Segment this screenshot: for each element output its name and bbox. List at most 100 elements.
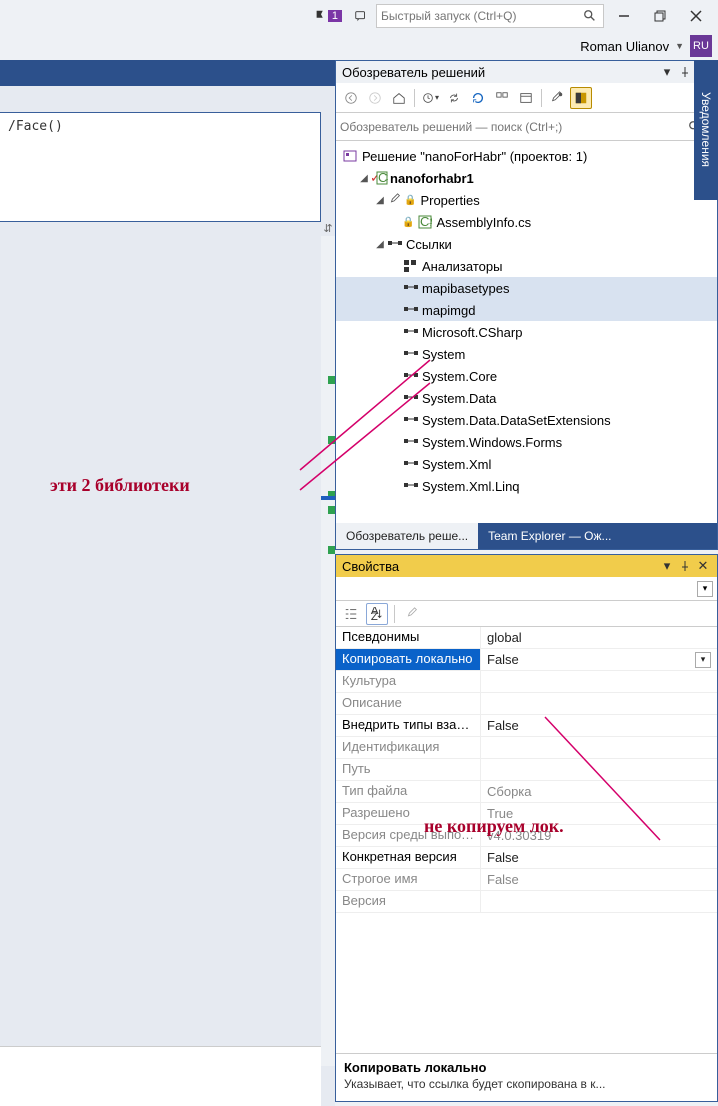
property-row[interactable]: Конкретная версияFalse (336, 847, 717, 869)
property-pages-icon[interactable] (401, 603, 423, 625)
preview-icon[interactable] (570, 87, 592, 109)
panel-menu-icon[interactable]: ▾ (659, 64, 675, 80)
svg-text:C#: C# (420, 215, 432, 229)
property-row[interactable]: Строгое имяFalse (336, 869, 717, 891)
pin-icon[interactable] (677, 558, 693, 574)
property-name: Копировать локально (336, 649, 481, 670)
collapse-icon[interactable] (491, 87, 513, 109)
search-icon[interactable] (581, 7, 599, 25)
references-node[interactable]: ◢Ссылки (336, 233, 717, 255)
alphabetical-icon[interactable]: AZ (366, 603, 388, 625)
user-dropdown-icon[interactable]: ▼ (675, 41, 684, 51)
property-value[interactable]: False▾ (481, 649, 717, 670)
property-row[interactable]: Путь (336, 759, 717, 781)
property-grid[interactable]: ПсевдонимыglobalКопировать локальноFalse… (336, 627, 717, 1053)
ref-item[interactable]: System (336, 343, 717, 365)
property-value[interactable] (481, 693, 717, 714)
close-button[interactable] (680, 3, 712, 29)
feedback-icon[interactable] (350, 5, 372, 27)
ref-item[interactable]: System.Core (336, 365, 717, 387)
tab-team-explorer[interactable]: Team Explorer — Ож... (478, 523, 621, 549)
panel-menu-icon[interactable]: ▾ (659, 558, 675, 574)
property-row[interactable]: Псевдонимыglobal (336, 627, 717, 649)
property-value[interactable]: Сборка (481, 781, 717, 802)
user-avatar[interactable]: RU (690, 35, 712, 57)
tab-solution-explorer[interactable]: Обозреватель реше... (336, 523, 478, 549)
ref-mapimgd[interactable]: mapimgd (336, 299, 717, 321)
quick-launch-input[interactable] (381, 9, 581, 23)
minimize-button[interactable] (608, 3, 640, 29)
assemblyinfo-node[interactable]: 🔒C#AssemblyInfo.cs (336, 211, 717, 233)
back-icon[interactable] (340, 87, 362, 109)
panel-close-icon[interactable]: ✕ (695, 558, 711, 574)
prop-description-title: Копировать локально (344, 1060, 709, 1075)
properties-title: Свойства (342, 559, 399, 574)
property-row[interactable]: Версия среды выполненияv4.0.30319 (336, 825, 717, 847)
pin-icon[interactable] (677, 64, 693, 80)
quick-launch-search[interactable] (376, 4, 604, 28)
property-row[interactable]: Тип файлаСборка (336, 781, 717, 803)
project-node[interactable]: ◢✓C#nanoforhabr1 (336, 167, 717, 189)
object-selector-dropdown[interactable]: ▾ (697, 581, 713, 597)
solution-node[interactable]: Решение "nanoForHabr" (проектов: 1) (336, 145, 717, 167)
home-icon[interactable] (388, 87, 410, 109)
notifications-flag[interactable]: 1 (314, 9, 342, 23)
property-name: Строгое имя (336, 869, 481, 890)
property-value[interactable] (481, 737, 717, 758)
solution-tree[interactable]: Решение "nanoForHabr" (проектов: 1) ◢✓C#… (336, 141, 717, 523)
property-name: Культура (336, 671, 481, 692)
property-value[interactable] (481, 759, 717, 780)
editor-pane: /Face() ⇵ (0, 60, 335, 1106)
reference-icon (402, 481, 420, 491)
properties-icon[interactable] (546, 87, 568, 109)
property-value[interactable]: True (481, 803, 717, 824)
property-name: Версия (336, 891, 481, 912)
property-row[interactable]: Культура (336, 671, 717, 693)
property-value[interactable]: global (481, 627, 717, 648)
property-value[interactable]: False (481, 869, 717, 890)
property-row[interactable]: Внедрить типы взаимодействияFalse (336, 715, 717, 737)
property-row[interactable]: Описание (336, 693, 717, 715)
property-row[interactable]: Версия (336, 891, 717, 913)
ref-item[interactable]: System.Data (336, 387, 717, 409)
restore-button[interactable] (644, 3, 676, 29)
property-value[interactable]: False (481, 715, 717, 736)
history-icon[interactable]: ▾ (419, 87, 441, 109)
property-name: Конкретная версия (336, 847, 481, 868)
wrench-icon (386, 193, 404, 207)
property-name: Внедрить типы взаимодействия (336, 715, 481, 736)
property-value[interactable]: v4.0.30319 (481, 825, 717, 846)
svg-text:Z: Z (371, 611, 378, 621)
property-row[interactable]: Идентификация (336, 737, 717, 759)
ref-mapibasetypes[interactable]: mapibasetypes (336, 277, 717, 299)
notifications-side-tab[interactable]: Уведомления (694, 60, 718, 200)
forward-icon[interactable] (364, 87, 386, 109)
split-icon[interactable]: ⇵ (321, 222, 335, 236)
ref-item[interactable]: Microsoft.CSharp (336, 321, 717, 343)
ref-item[interactable]: System.Data.DataSetExtensions (336, 409, 717, 431)
show-all-icon[interactable] (515, 87, 537, 109)
svg-text:C#: C# (378, 171, 388, 185)
value-dropdown-icon[interactable]: ▾ (695, 652, 711, 668)
property-value[interactable]: False (481, 847, 717, 868)
property-name: Версия среды выполнения (336, 825, 481, 846)
reference-icon (402, 305, 420, 315)
properties-node[interactable]: ◢🔒Properties (336, 189, 717, 211)
property-row[interactable]: Копировать локальноFalse▾ (336, 649, 717, 671)
categorized-icon[interactable] (340, 603, 362, 625)
editor-code-fragment[interactable]: /Face() (0, 113, 320, 140)
ref-item[interactable]: System.Xml (336, 453, 717, 475)
property-row[interactable]: РазрешеноTrue (336, 803, 717, 825)
analyzers-node[interactable]: Анализаторы (336, 255, 717, 277)
property-value[interactable] (481, 891, 717, 912)
sync-icon[interactable] (443, 87, 465, 109)
ref-item[interactable]: System.Xml.Linq (336, 475, 717, 497)
user-name[interactable]: Roman Ulianov (580, 39, 669, 54)
property-name: Путь (336, 759, 481, 780)
property-name: Разрешено (336, 803, 481, 824)
scrollbar-track[interactable] (321, 236, 335, 1066)
property-value[interactable] (481, 671, 717, 692)
refresh-icon[interactable] (467, 87, 489, 109)
ref-item[interactable]: System.Windows.Forms (336, 431, 717, 453)
solution-search-input[interactable] (340, 120, 686, 134)
